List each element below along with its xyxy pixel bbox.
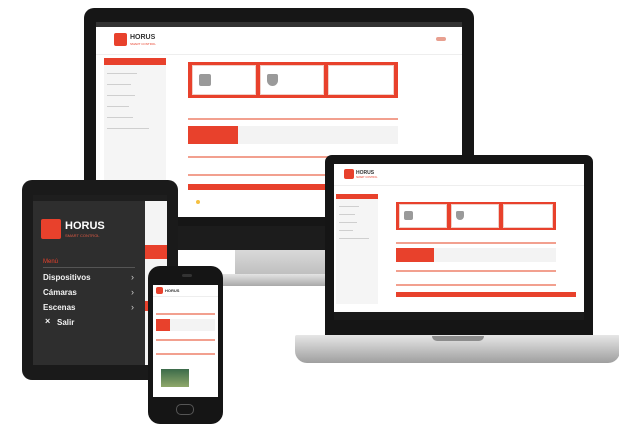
- site-header: HORUS SMART CONTROL: [96, 27, 462, 55]
- horus-logo-icon: [41, 219, 61, 239]
- chevron-right-icon: ›: [131, 272, 134, 282]
- tab-tools[interactable]: [344, 126, 398, 144]
- menu-item-salir[interactable]: Salir: [57, 318, 74, 327]
- menu-item-escenas[interactable]: Escenas: [43, 303, 75, 312]
- shield-icon: [456, 211, 464, 220]
- tab-home[interactable]: [156, 319, 170, 331]
- tab-home[interactable]: [188, 126, 238, 144]
- site-header: HORUS SMART CONTROL: [334, 164, 584, 186]
- menu-title: Menú: [43, 259, 59, 265]
- status-card[interactable]: [451, 204, 499, 228]
- summary-panel: [396, 202, 556, 230]
- brand-name: HORUS: [65, 220, 105, 232]
- brand-tagline: SMART CONTROL: [130, 42, 156, 46]
- status-card[interactable]: [260, 65, 324, 95]
- section-divider: [156, 353, 215, 355]
- laptop-notch: [432, 336, 484, 341]
- shield-icon: [267, 74, 278, 86]
- menu-divider: [43, 267, 135, 268]
- close-icon: ×: [45, 316, 51, 326]
- horus-logo-icon: [114, 33, 127, 46]
- phone-screen: HORUS: [153, 285, 218, 397]
- tab-night[interactable]: [186, 319, 200, 331]
- tab-bar: [396, 248, 556, 262]
- tablet-screen: HORUS SMART CONTROL Menú Dispositivos › …: [33, 195, 167, 365]
- tab-home[interactable]: [396, 248, 434, 262]
- menu-item-dispositivos[interactable]: Dispositivos: [43, 273, 91, 282]
- section-divider: [188, 118, 398, 120]
- chevron-right-icon: ›: [131, 287, 134, 297]
- house-icon: [199, 74, 211, 86]
- monitor-stand: [235, 250, 325, 276]
- sidebar-header: [336, 194, 378, 199]
- tab-bar: [188, 126, 398, 144]
- footer-bar: [396, 292, 576, 297]
- status-card[interactable]: [192, 65, 256, 95]
- phone-speaker: [182, 274, 192, 277]
- sidebar-item[interactable]: [339, 230, 353, 231]
- section-divider: [396, 242, 556, 244]
- tab-tools[interactable]: [516, 248, 556, 262]
- sidebar-item[interactable]: [339, 222, 357, 223]
- status-card[interactable]: [503, 204, 553, 228]
- sidebar-item[interactable]: [339, 214, 355, 215]
- brand-tagline: SMART CONTROL: [356, 176, 378, 179]
- tab-wifi[interactable]: [240, 126, 290, 144]
- sidebar-item[interactable]: [339, 206, 359, 207]
- sidebar-item[interactable]: [107, 117, 133, 118]
- sidebar-item[interactable]: [107, 106, 129, 107]
- tab-wifi[interactable]: [436, 248, 474, 262]
- alert-dot-icon: [196, 200, 200, 204]
- menu-item-camaras[interactable]: Cámaras: [43, 288, 77, 297]
- section-divider: [396, 270, 556, 272]
- section-divider: [396, 284, 556, 286]
- sidebar-item[interactable]: [107, 95, 135, 96]
- tab-night[interactable]: [476, 248, 514, 262]
- status-card[interactable]: [328, 65, 394, 95]
- sidebar-item[interactable]: [107, 73, 137, 74]
- laptop-screen: HORUS SMART CONTROL: [334, 164, 584, 320]
- taskbar: [334, 312, 584, 320]
- camera-thumbnail[interactable]: [161, 369, 189, 387]
- status-card[interactable]: [399, 204, 447, 228]
- brand-tagline: SMART CONTROL: [65, 233, 100, 238]
- brand-name: HORUS: [165, 288, 180, 293]
- sidebar-item[interactable]: [339, 238, 369, 239]
- tab-night[interactable]: [292, 126, 342, 144]
- user-menu-icon[interactable]: [436, 37, 446, 41]
- site-header: HORUS: [153, 285, 218, 297]
- sidebar: [336, 194, 378, 304]
- section-divider: [156, 339, 215, 341]
- sidebar-item[interactable]: [107, 84, 131, 85]
- sidebar-item[interactable]: [107, 128, 149, 129]
- sidebar-header: [104, 58, 166, 65]
- tab-tools[interactable]: [201, 319, 215, 331]
- horus-logo-icon: [344, 169, 354, 179]
- house-icon: [404, 211, 413, 220]
- side-menu-drawer: HORUS SMART CONTROL Menú Dispositivos › …: [33, 201, 145, 365]
- section-divider: [156, 313, 215, 315]
- phone-home-button[interactable]: [176, 404, 194, 415]
- content-header: [145, 245, 167, 259]
- tab-wifi[interactable]: [171, 319, 185, 331]
- brand-name: HORUS: [130, 34, 156, 41]
- summary-panel: [188, 62, 398, 98]
- chevron-right-icon: ›: [131, 302, 134, 312]
- tab-bar: [156, 319, 215, 331]
- horus-logo-icon: [156, 287, 163, 294]
